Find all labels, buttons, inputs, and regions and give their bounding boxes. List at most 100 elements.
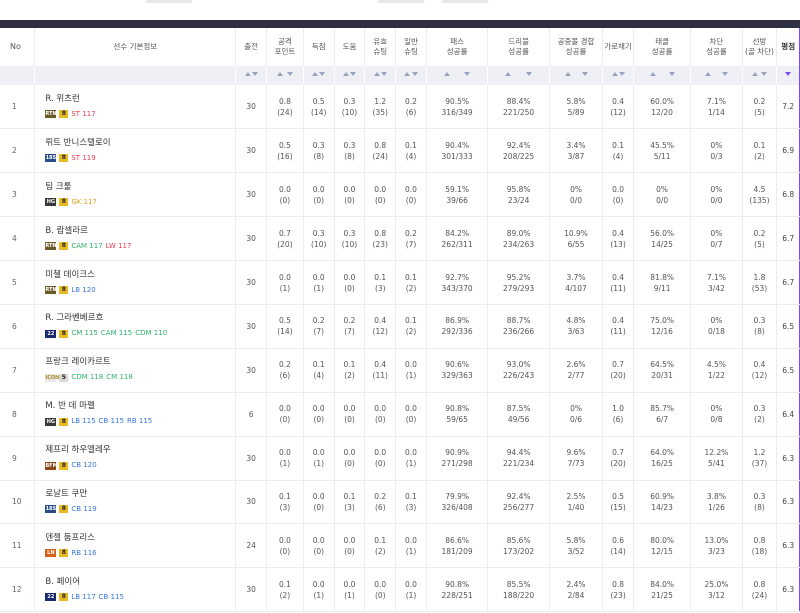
sort-desc-icon[interactable] — [286, 72, 293, 76]
sort-asc-icon[interactable] — [312, 72, 319, 76]
sort-desc-icon[interactable] — [785, 72, 792, 76]
sort-asc-icon[interactable] — [373, 72, 380, 76]
sort-assists[interactable] — [334, 66, 366, 85]
sort-shots-on[interactable] — [364, 66, 397, 85]
sort-tackle[interactable] — [633, 66, 692, 85]
sort-attack-points[interactable] — [266, 66, 304, 85]
player-name[interactable]: 미첼 데이크스 — [45, 270, 234, 281]
sort-desc-icon[interactable] — [721, 72, 728, 76]
sort-apps[interactable] — [235, 66, 267, 85]
stat-sub: 234/263 — [503, 239, 535, 249]
sort-desc-icon[interactable] — [380, 72, 387, 76]
sort-shots[interactable] — [395, 66, 427, 85]
tab-ghost-1[interactable] — [146, 0, 192, 3]
player-info[interactable]: M. 반 데 마펠 HG 8 LB 115 CB 115 RB 115 — [34, 392, 237, 437]
player-info[interactable]: 제프리 하우엘레우 BFM 8 CB 120 — [34, 436, 237, 481]
sort-rating[interactable] — [776, 66, 800, 85]
tab-ghost-3[interactable] — [442, 0, 488, 3]
player-info[interactable]: B. 랍셀라르 RTN 8 CAM 117 LW 117 — [34, 216, 237, 262]
sort-desc-icon[interactable] — [668, 72, 675, 76]
header-intercept[interactable]: 가로채기 — [602, 28, 634, 66]
player-name[interactable]: 프랑크 레이카르트 — [45, 357, 234, 368]
player-name[interactable]: 로날트 쿠만 — [45, 489, 234, 500]
sort-desc-icon[interactable] — [350, 72, 357, 76]
sort-desc-icon[interactable] — [760, 72, 767, 76]
player-name[interactable]: R. 위츠런 — [45, 94, 234, 105]
sort-asc-icon[interactable] — [752, 72, 759, 76]
table-row[interactable]: 2 뤼트 반니스텔로이 18S 8 ST 119 30 0.5 (16) 0.3 (8) 0.3 (8… — [0, 128, 800, 174]
sort-desc-icon[interactable] — [319, 72, 326, 76]
player-name[interactable]: M. 반 데 마펠 — [45, 401, 234, 412]
header-apps[interactable]: 출전 — [235, 28, 267, 66]
player-name[interactable]: 팀 크룰 — [45, 182, 234, 193]
player-info[interactable]: 덴젤 둠프리스 LN 8 RB 116 — [34, 523, 237, 569]
table-row[interactable]: 8 M. 반 데 마펠 HG 8 LB 115 CB 115 RB 115 6 0.0 (0) 0.… — [0, 392, 800, 437]
header-dribble[interactable]: 드리블 성공률 — [487, 28, 550, 66]
table-row[interactable]: 11 덴젤 둠프리스 LN 8 RB 116 24 0.0 (0) 0.0 (0) 0.0 (0) 0.… — [0, 523, 800, 569]
table-row[interactable]: 5 미첼 데이크스 RTN 8 LB 120 30 0.0 (1) 0.0 (1) 0.0 (0) 0.… — [0, 260, 800, 305]
header-aerial[interactable]: 공중볼 경합 성공률 — [549, 28, 604, 66]
player-name[interactable]: R. 그라벤베르흐 — [45, 313, 234, 324]
player-info[interactable]: 로날트 쿠만 18S 8 CB 119 — [34, 480, 237, 525]
header-pass[interactable]: 패스 성공률 — [426, 28, 489, 66]
sort-aerial[interactable] — [549, 66, 604, 85]
header-goals[interactable]: 득점 — [303, 28, 335, 66]
sort-goals[interactable] — [303, 66, 335, 85]
header-saves[interactable]: 선방 (골 차단) — [742, 28, 778, 66]
table-row[interactable]: 1 R. 위츠런 RTN 8 ST 117 30 0.8 (24) 0.5 (14) 0.3 (10)… — [0, 85, 800, 130]
sort-desc-icon[interactable] — [618, 72, 625, 76]
player-info[interactable]: 프랑크 레이카르트 ICON 5 CDM 118 CM 118 — [34, 348, 237, 393]
sort-pass[interactable] — [426, 66, 489, 85]
table-row[interactable]: 4 B. 랍셀라르 RTN 8 CAM 117 LW 117 30 0.7 (20) 0.3 (10… — [0, 216, 800, 262]
table-row[interactable]: 6 R. 그라벤베르흐 22 8 CM 115 CAM 115 CDM 110 30 0.5 (1… — [0, 304, 800, 349]
sort-desc-icon[interactable] — [581, 72, 588, 76]
table-row[interactable]: 9 제프리 하우엘레우 BFM 8 CB 120 30 0.0 (1) 0.0 (1) 0.0 (0)… — [0, 436, 800, 481]
header-assists[interactable]: 도움 — [334, 28, 366, 66]
sort-asc-icon[interactable] — [649, 72, 656, 76]
header-rating[interactable]: 평점 — [776, 28, 800, 66]
header-attack-points[interactable]: 공격 포인트 — [266, 28, 304, 66]
player-info[interactable]: 팀 크룰 HG 8 GK 117 — [34, 172, 237, 218]
player-name[interactable]: B. 랍셀라르 — [45, 226, 234, 237]
table-row[interactable]: 12 B. 페이어 22 8 LB 117 CB 115 30 0.1 (2) 0.0 (1) 0.0… — [0, 567, 800, 613]
player-info[interactable]: R. 위츠런 RTN 8 ST 117 — [34, 85, 237, 130]
sort-saves[interactable] — [742, 66, 778, 85]
sort-desc-icon[interactable] — [251, 72, 258, 76]
sort-row — [0, 66, 800, 85]
sort-asc-icon[interactable] — [564, 72, 571, 76]
sort-asc-icon[interactable] — [443, 72, 450, 76]
tab-ghost-2[interactable] — [378, 0, 424, 3]
sort-asc-icon[interactable] — [277, 72, 284, 76]
player-name[interactable]: B. 페이어 — [45, 577, 234, 588]
table-row[interactable]: 7 프랑크 레이카르트 ICON 5 CDM 118 CM 118 30 0.2 (6) 0.1(… — [0, 348, 800, 393]
sort-desc-icon[interactable] — [525, 72, 532, 76]
sort-asc-icon[interactable] — [244, 72, 251, 76]
stat-main: 93.0% — [506, 360, 531, 370]
dribble-rate: 95.8% 23/24 — [487, 172, 550, 218]
header-shots-on-target[interactable]: 유효 슈팅 — [364, 28, 397, 66]
stat-sub: 3/52 — [567, 546, 585, 556]
player-name[interactable]: 뤼트 반니스텔로이 — [45, 138, 234, 149]
player-info[interactable]: 미첼 데이크스 RTN 8 LB 120 — [34, 260, 237, 305]
header-tackle[interactable]: 태클 성공률 — [633, 28, 692, 66]
player-info[interactable]: 뤼트 반니스텔로이 18S 8 ST 119 — [34, 128, 237, 174]
sort-block[interactable] — [690, 66, 743, 85]
sort-asc-icon[interactable] — [705, 72, 712, 76]
sort-asc-icon[interactable] — [342, 72, 349, 76]
table-row[interactable]: 3팀 크룰 HG 8 GK 117 30 0.0 (0) 0.0 (0) 0.0 (0) 0.0 (0)… — [0, 172, 800, 218]
table-row[interactable]: 10 로날트 쿠만 18S 8 CB 119 30 0.1 (3) 0.0 (0) 0.1 (3) 0.… — [0, 480, 800, 525]
goals: 0.3 (8) — [303, 128, 335, 174]
sort-desc-icon[interactable] — [464, 72, 471, 76]
player-info[interactable]: B. 페이어 22 8 LB 117 CB 115 — [34, 567, 237, 613]
header-block[interactable]: 차단 성공률 — [690, 28, 743, 66]
sort-asc-icon[interactable] — [404, 72, 411, 76]
player-name[interactable]: 덴젤 둠프리스 — [45, 533, 234, 544]
sort-dribble[interactable] — [487, 66, 550, 85]
player-info[interactable]: R. 그라벤베르흐 22 8 CM 115 CAM 115 CDM 110 — [34, 304, 237, 349]
sort-asc-icon[interactable] — [611, 72, 618, 76]
header-shots[interactable]: 일반 슈팅 — [395, 28, 427, 66]
player-name[interactable]: 제프리 하우엘레우 — [45, 445, 234, 456]
sort-asc-icon[interactable] — [505, 72, 512, 76]
sort-intercept[interactable] — [602, 66, 634, 85]
sort-desc-icon[interactable] — [411, 72, 418, 76]
